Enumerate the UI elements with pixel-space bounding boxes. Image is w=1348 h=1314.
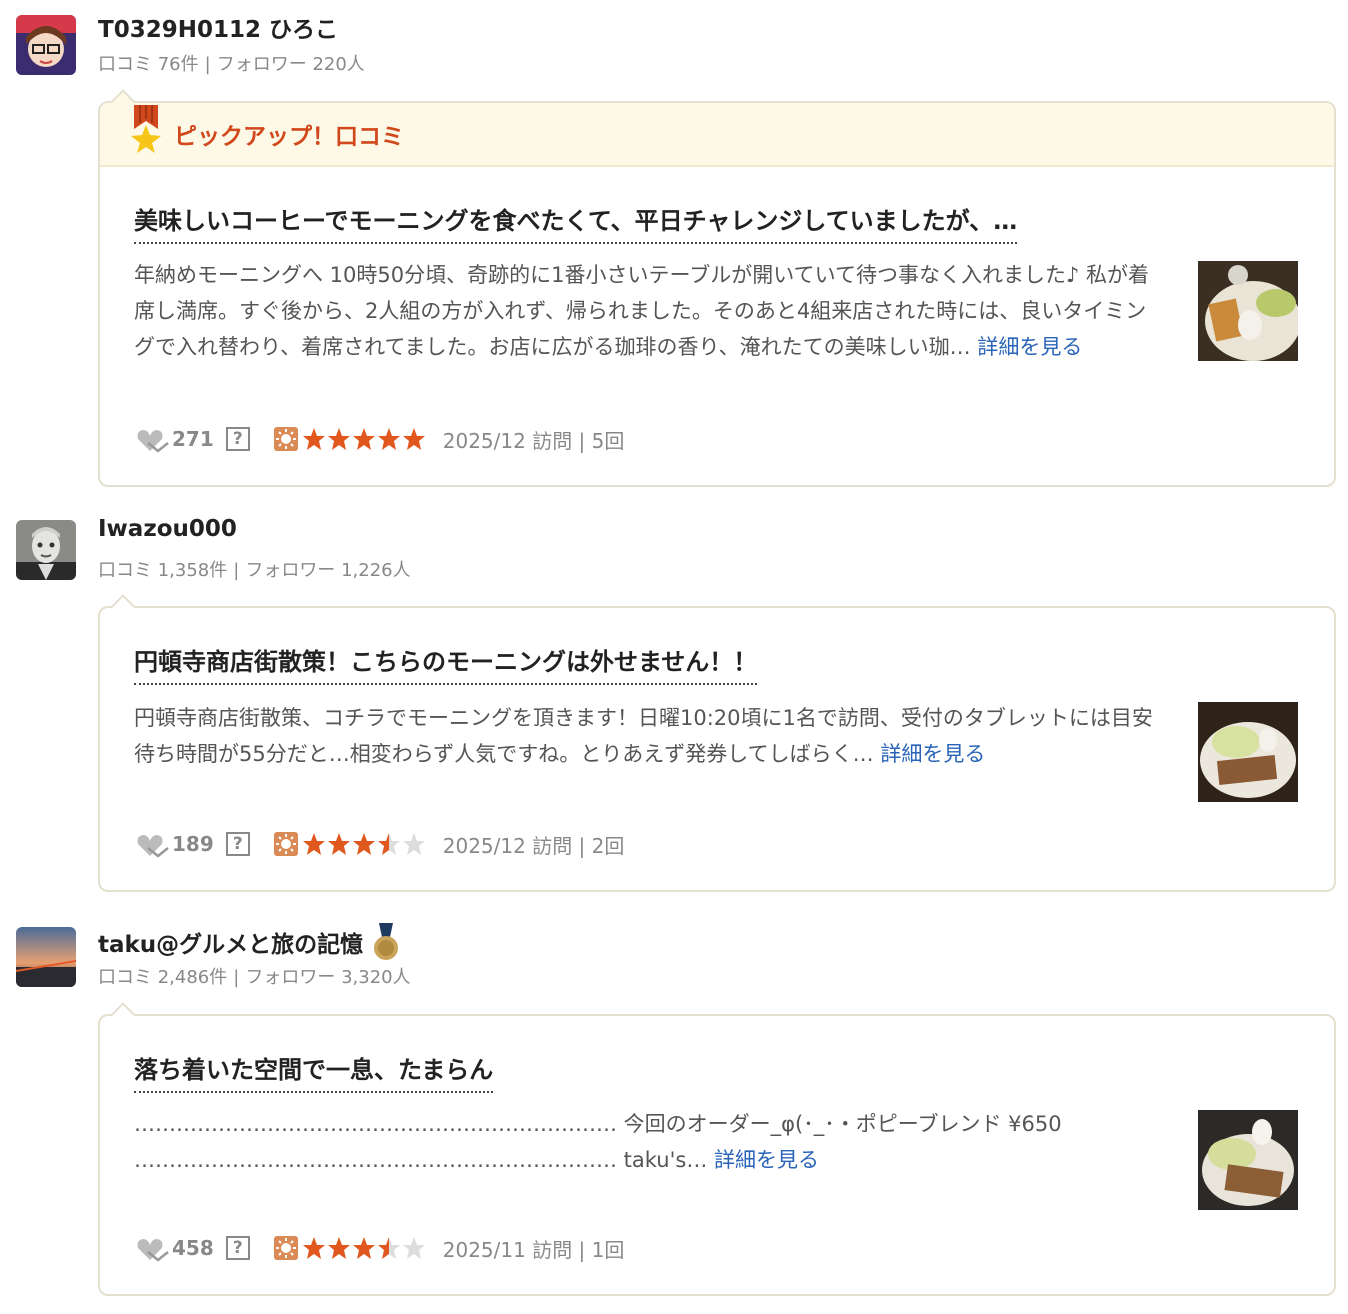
star-icon <box>377 428 400 450</box>
review-count[interactable]: 口コミ 1,358件 <box>98 560 227 581</box>
review-meta: 189 ? 2025/12 訪問 | 2回 <box>134 829 624 859</box>
more-link[interactable]: 詳細を見る <box>714 1148 819 1172</box>
star-icon <box>352 428 375 450</box>
review-title[interactable]: 落ち着いた空間で一息、たまらん <box>134 1050 494 1093</box>
review-meta: 458 ? 2025/11 訪問 | 1回 <box>134 1233 624 1263</box>
like-count: 189 <box>172 832 214 856</box>
like-hands-icon[interactable] <box>134 830 170 858</box>
like-count: 271 <box>172 427 214 451</box>
like-hands-icon[interactable] <box>134 425 170 453</box>
follower-count[interactable]: フォロワー 1,226人 <box>245 560 410 581</box>
pickup-label: ピックアップ！口コミ <box>174 124 404 150</box>
star-icon <box>327 833 350 855</box>
daytime-icon <box>273 1236 298 1260</box>
user-name[interactable]: taku@グルメと旅の記憶 <box>98 923 399 961</box>
more-link[interactable]: 詳細を見る <box>880 742 985 766</box>
review-photo[interactable] <box>1198 702 1298 802</box>
help-icon[interactable]: ? <box>225 832 250 856</box>
star-icon <box>352 833 375 855</box>
user-name[interactable]: Iwazou000 <box>98 516 237 542</box>
review-body: 年納めモーニングへ 10時50分頃、奇跡的に1番小さいテーブルが開いていて待つ事… <box>134 263 1150 359</box>
like-hands-icon[interactable] <box>134 1234 170 1262</box>
review-count[interactable]: 口コミ 76件 <box>98 54 199 75</box>
follower-count[interactable]: フォロワー 3,320人 <box>245 967 410 988</box>
rating-stars <box>302 832 427 856</box>
review-body: …………………………………………………………… 今回のオーダー_φ(･_･・ポピ… <box>134 1112 1062 1172</box>
follower-count[interactable]: フォロワー 220人 <box>217 54 365 75</box>
more-link[interactable]: 詳細を見る <box>977 335 1082 359</box>
visit-info: 2025/11 訪問 | 1回 <box>442 1237 625 1262</box>
user-stats: 口コミ 76件 | フォロワー 220人 <box>98 54 365 75</box>
user-avatar[interactable] <box>16 520 76 580</box>
review-photo[interactable] <box>1198 261 1298 361</box>
star-icon <box>302 833 325 855</box>
user-stats: 口コミ 1,358件 | フォロワー 1,226人 <box>98 560 411 581</box>
help-icon[interactable]: ? <box>225 427 250 451</box>
star-icon <box>402 1237 425 1259</box>
user-name[interactable]: T0329H0112 ひろこ <box>98 10 338 44</box>
star-icon <box>402 428 425 450</box>
medal-icon[interactable] <box>373 923 399 961</box>
star-icon <box>377 833 400 855</box>
star-icon <box>352 1237 375 1259</box>
pickup-banner: ピックアップ！口コミ <box>100 103 1334 167</box>
daytime-icon <box>273 427 298 451</box>
daytime-icon <box>273 832 298 856</box>
visit-info: 2025/12 訪問 | 5回 <box>442 428 625 453</box>
review-card: 落ち着いた空間で一息、たまらん …………………………………………………………… … <box>98 1002 1336 1296</box>
review-card: ピックアップ！口コミ 美味しいコーヒーでモーニングを食べたくて、平日チャレンジし… <box>98 89 1336 487</box>
review-body: 円頓寺商店街散策、コチラでモーニングを頂きます！日曜10:20頃に1名で訪問、受… <box>134 706 1153 766</box>
star-icon <box>302 428 325 450</box>
rating-stars <box>302 1236 427 1260</box>
help-icon[interactable]: ? <box>225 1236 250 1260</box>
user-stats: 口コミ 2,486件 | フォロワー 3,320人 <box>98 967 411 988</box>
star-icon <box>327 428 350 450</box>
star-icon <box>402 833 425 855</box>
review-count[interactable]: 口コミ 2,486件 <box>98 967 227 988</box>
star-icon <box>302 1237 325 1259</box>
user-avatar[interactable] <box>16 927 76 987</box>
review-title[interactable]: 美味しいコーヒーでモーニングを食べたくて、平日チャレンジしていましたが、… <box>134 201 1018 244</box>
rating-stars <box>302 427 427 451</box>
star-icon <box>377 1237 400 1259</box>
review-meta: 271 ? 2025/12 訪問 | 5回 <box>134 424 624 454</box>
review-card: 円頓寺商店街散策！こちらのモーニングは外せません！！ 円頓寺商店街散策、コチラで… <box>98 594 1336 892</box>
user-avatar[interactable] <box>16 15 76 75</box>
like-count: 458 <box>172 1236 214 1260</box>
star-icon <box>327 1237 350 1259</box>
review-title[interactable]: 円頓寺商店街散策！こちらのモーニングは外せません！！ <box>134 642 758 685</box>
ribbon-star-icon <box>131 105 161 153</box>
visit-info: 2025/12 訪問 | 2回 <box>442 833 625 858</box>
review-photo[interactable] <box>1198 1110 1298 1210</box>
